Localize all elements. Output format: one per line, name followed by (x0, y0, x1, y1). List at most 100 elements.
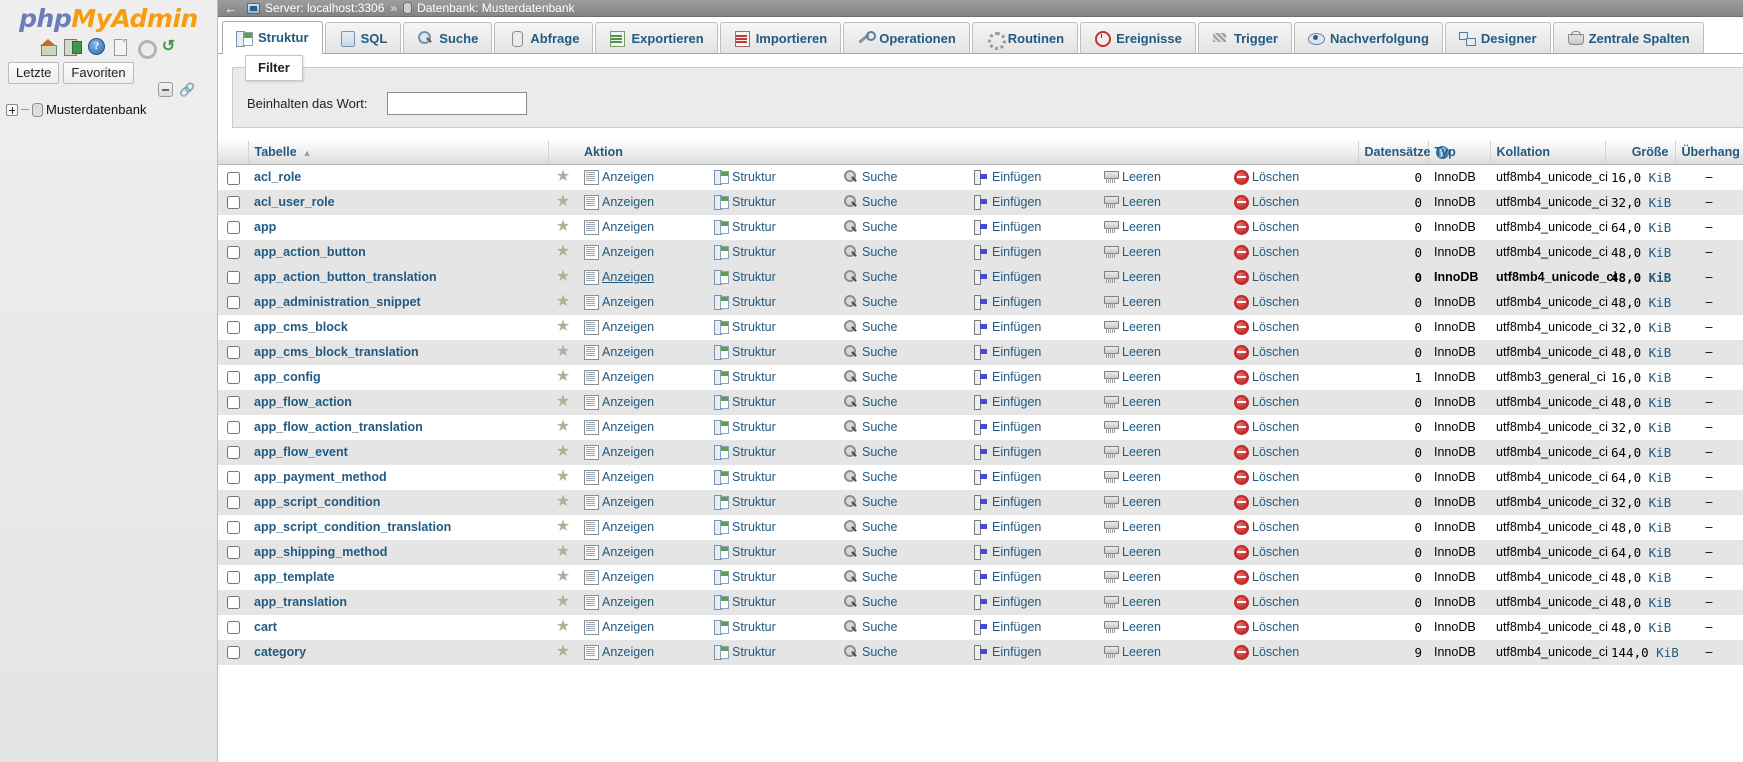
action-browse-link[interactable]: Anzeigen (584, 370, 702, 386)
star-icon[interactable]: ★ (556, 568, 570, 585)
action-structure-link[interactable]: Struktur (714, 495, 832, 511)
action-insert-link[interactable]: Einfügen (974, 470, 1092, 486)
action-search-link[interactable]: Suche (844, 220, 962, 234)
table-row[interactable]: category ★ Anzeigen Struktur Suche Einfügen Le… (218, 639, 1743, 665)
action-empty-link[interactable]: Leeren (1104, 320, 1222, 334)
star-icon[interactable]: ★ (556, 318, 570, 335)
action-insert-link[interactable]: Einfügen (974, 395, 1092, 411)
star-icon[interactable]: ★ (556, 243, 570, 260)
row-checkbox[interactable] (226, 371, 240, 385)
action-insert-link[interactable]: Einfügen (974, 345, 1092, 361)
action-search-link[interactable]: Suche (844, 320, 962, 334)
table-name-link[interactable]: app_template (254, 570, 335, 584)
star-icon[interactable]: ★ (556, 343, 570, 360)
table-row[interactable]: app_script_condition_translation ★ Anzeige… (218, 514, 1743, 540)
row-checkbox[interactable] (226, 496, 240, 510)
table-name-link[interactable]: app_flow_action_translation (254, 420, 423, 434)
action-drop-link[interactable]: Löschen (1234, 345, 1352, 361)
action-drop-link[interactable]: Löschen (1234, 545, 1352, 561)
action-drop-link[interactable]: Löschen (1234, 320, 1352, 336)
header-typ[interactable]: Typ (1428, 141, 1491, 166)
action-browse-link[interactable]: Anzeigen (584, 420, 702, 436)
documentation-icon[interactable] (112, 38, 129, 56)
action-structure-link[interactable]: Struktur (714, 345, 832, 361)
settings-gear-icon[interactable] (136, 38, 157, 59)
row-checkbox[interactable] (226, 621, 240, 635)
table-name-link[interactable]: app_flow_action (254, 395, 352, 409)
action-drop-link[interactable]: Löschen (1234, 295, 1352, 311)
back-arrow-icon[interactable]: ← (220, 1, 242, 16)
row-checkbox[interactable] (226, 196, 240, 210)
action-structure-link[interactable]: Struktur (714, 420, 832, 436)
action-drop-link[interactable]: Löschen (1234, 620, 1352, 636)
header-groesse[interactable]: Größe (1605, 141, 1676, 166)
tab-routinen[interactable]: Routinen (971, 22, 1079, 53)
action-drop-link[interactable]: Löschen (1234, 195, 1352, 211)
table-name-link[interactable]: app_translation (254, 595, 347, 609)
tab-abfrage[interactable]: Abfrage (494, 22, 594, 53)
filter-input[interactable] (387, 92, 528, 115)
table-name-link[interactable]: cart (254, 620, 277, 634)
action-structure-link[interactable]: Struktur (714, 320, 832, 336)
action-structure-link[interactable]: Struktur (714, 245, 832, 261)
row-checkbox[interactable] (226, 646, 240, 660)
action-browse-link[interactable]: Anzeigen (584, 395, 702, 411)
sidebar-item-database[interactable]: Musterdatenbank (6, 102, 146, 117)
tab-nachverfolgung[interactable]: Nachverfolgung (1293, 22, 1443, 53)
row-checkbox[interactable] (226, 346, 240, 360)
action-drop-link[interactable]: Löschen (1234, 570, 1352, 586)
action-drop-link[interactable]: Löschen (1234, 395, 1352, 411)
action-search-link[interactable]: Suche (844, 570, 962, 584)
action-structure-link[interactable]: Struktur (714, 170, 832, 186)
action-drop-link[interactable]: Löschen (1234, 245, 1352, 261)
table-row[interactable]: app_flow_action ★ Anzeigen Struktur Suche Ein… (218, 389, 1743, 415)
action-insert-link[interactable]: Einfügen (974, 295, 1092, 311)
action-empty-link[interactable]: Leeren (1104, 170, 1222, 184)
table-row[interactable]: app ★ Anzeigen Struktur Suche Einfügen Leeren L… (218, 214, 1743, 240)
action-drop-link[interactable]: Löschen (1234, 420, 1352, 436)
action-browse-link[interactable]: Anzeigen (584, 445, 702, 461)
action-insert-link[interactable]: Einfügen (974, 220, 1092, 236)
row-checkbox[interactable] (226, 396, 240, 410)
table-row[interactable]: app_cms_block_translation ★ Anzeigen Strukt… (218, 339, 1743, 365)
action-insert-link[interactable]: Einfügen (974, 420, 1092, 436)
action-empty-link[interactable]: Leeren (1104, 595, 1222, 609)
action-structure-link[interactable]: Struktur (714, 445, 832, 461)
star-icon[interactable]: ★ (556, 593, 570, 610)
action-browse-link[interactable]: Anzeigen (584, 170, 702, 186)
header-kollation[interactable]: Kollation (1490, 141, 1606, 166)
star-icon[interactable]: ★ (556, 193, 570, 210)
action-browse-link[interactable]: Anzeigen (584, 220, 702, 236)
expand-plus-icon[interactable] (6, 103, 18, 116)
action-drop-link[interactable]: Löschen (1234, 495, 1352, 511)
action-insert-link[interactable]: Einfügen (974, 370, 1092, 386)
action-search-link[interactable]: Suche (844, 420, 962, 434)
action-search-link[interactable]: Suche (844, 595, 962, 609)
action-insert-link[interactable]: Einfügen (974, 445, 1092, 461)
reload-icon[interactable]: ↺ (160, 38, 177, 55)
star-icon[interactable]: ★ (556, 293, 570, 310)
row-checkbox[interactable] (226, 571, 240, 585)
collapse-all-icon[interactable] (158, 82, 173, 97)
table-name-link[interactable]: app_script_condition (254, 495, 380, 509)
star-icon[interactable]: ★ (556, 218, 570, 235)
action-search-link[interactable]: Suche (844, 445, 962, 459)
action-browse-link[interactable]: Anzeigen (584, 495, 702, 511)
table-name-link[interactable]: app_payment_method (254, 470, 387, 484)
action-insert-link[interactable]: Einfügen (974, 570, 1092, 586)
action-insert-link[interactable]: Einfügen (974, 270, 1092, 286)
action-empty-link[interactable]: Leeren (1104, 470, 1222, 484)
table-name-link[interactable]: acl_user_role (254, 195, 335, 209)
table-name-link[interactable]: app_flow_event (254, 445, 348, 459)
action-structure-link[interactable]: Struktur (714, 645, 832, 661)
table-row[interactable]: cart ★ Anzeigen Struktur Suche Einfügen Leeren… (218, 614, 1743, 640)
action-search-link[interactable]: Suche (844, 645, 962, 659)
star-icon[interactable]: ★ (556, 418, 570, 435)
action-structure-link[interactable]: Struktur (714, 195, 832, 211)
action-search-link[interactable]: Suche (844, 245, 962, 259)
action-search-link[interactable]: Suche (844, 295, 962, 309)
table-name-link[interactable]: app_administration_snippet (254, 295, 421, 309)
action-search-link[interactable]: Suche (844, 370, 962, 384)
row-checkbox[interactable] (226, 271, 240, 285)
star-icon[interactable]: ★ (556, 543, 570, 560)
